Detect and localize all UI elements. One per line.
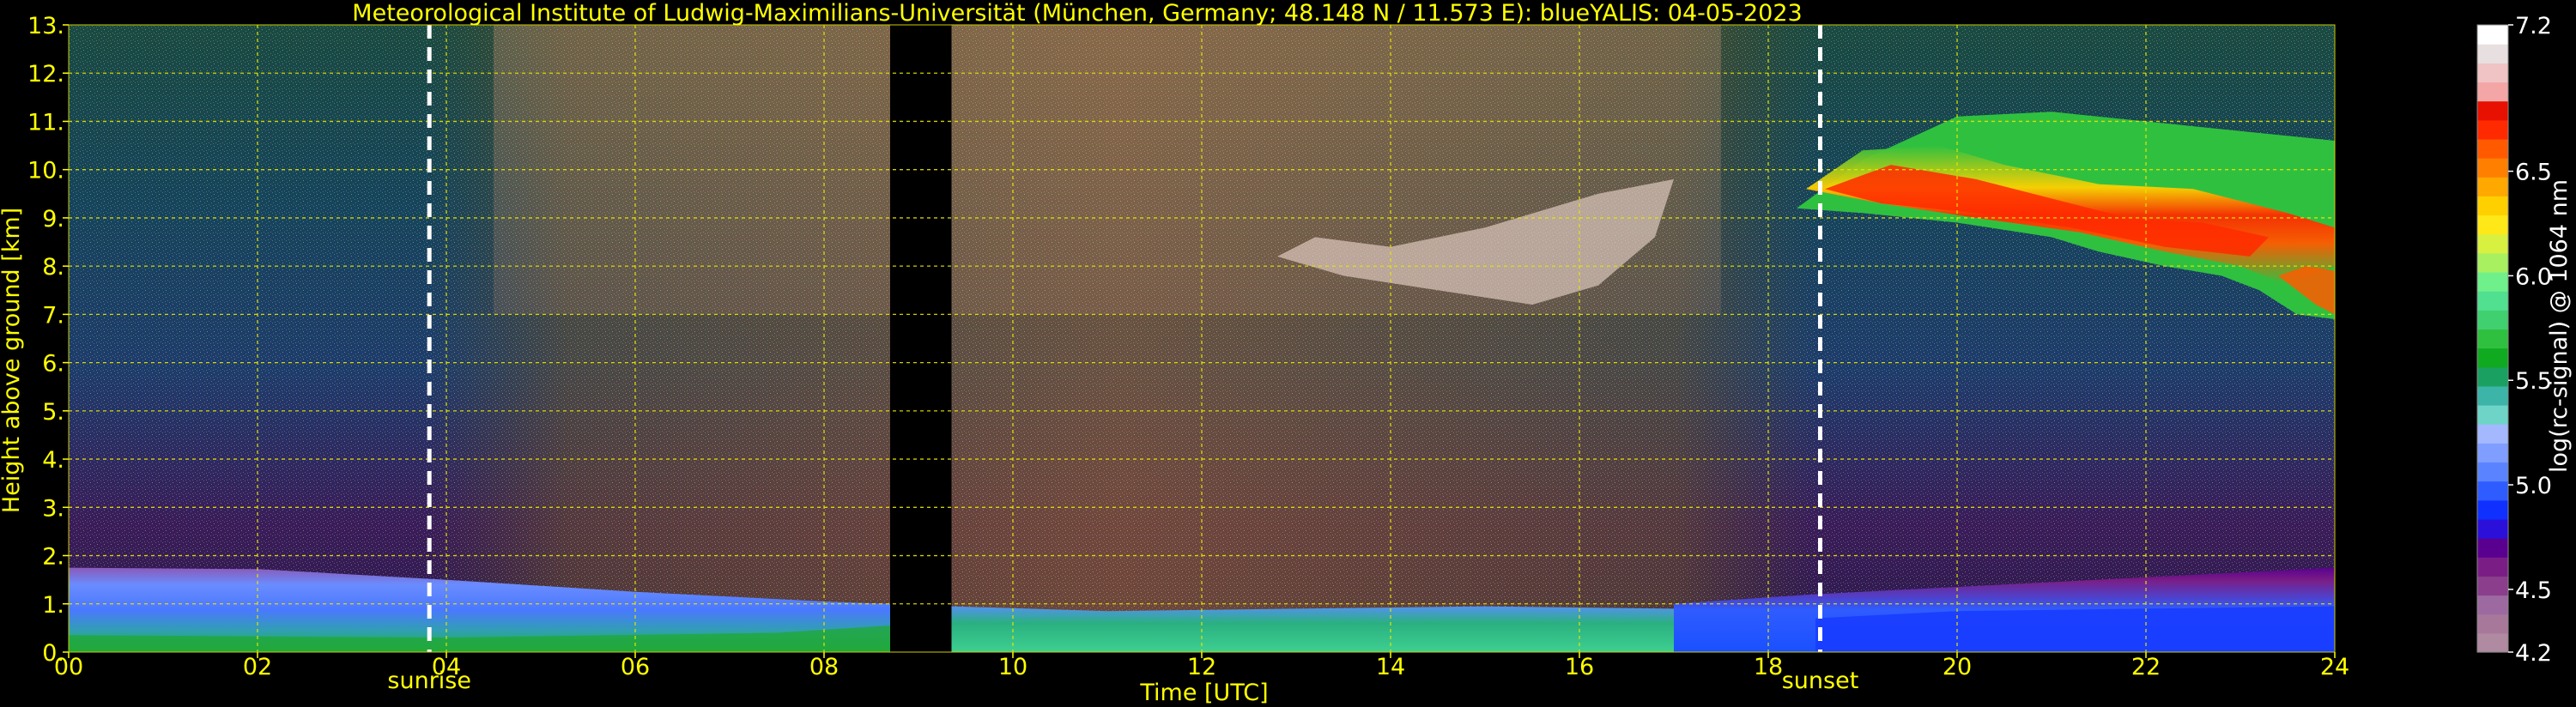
x-tick-label: 20 (1943, 654, 1972, 680)
colorbar-tick-label: 4.2 (2515, 640, 2552, 667)
colorbar-segment (2477, 329, 2508, 349)
no-data-gap (890, 25, 952, 652)
colorbar-segment (2477, 480, 2508, 501)
colorbar-segment (2477, 347, 2508, 368)
colorbar-segment (2477, 595, 2508, 615)
colorbar-segment (2477, 119, 2508, 140)
colorbar-segment (2477, 310, 2508, 330)
colorbar-segment (2477, 499, 2508, 520)
colorbar-segment (2477, 138, 2508, 159)
y-axis: 0. 1. 2. 3. 4. 5. 6. 7. 8. 9. 10. 11. 12. 13. (27, 13, 69, 667)
y-tick-label: 0. (42, 640, 64, 667)
colorbar-segment (2477, 557, 2508, 577)
x-tick-label: 24 (2320, 654, 2349, 680)
x-tick-label: 08 (809, 654, 839, 680)
x-tick-label: 04 (432, 654, 461, 680)
lidar-figure: sunrise sunset 00 02 04 06 08 10 12 14 16 18 20 22 24… (0, 0, 2573, 706)
colorbar-segment (2477, 271, 2508, 292)
colorbar-segment (2477, 405, 2508, 425)
plot-area (69, 25, 2335, 652)
colorbar-segment (2477, 63, 2508, 83)
colorbar-segment (2477, 613, 2508, 634)
x-tick-label: 12 (1187, 654, 1216, 680)
colorbar-segment (2477, 462, 2508, 482)
colorbar-segment (2477, 25, 2508, 45)
colorbar-segment (2477, 518, 2508, 539)
x-tick-label: 22 (2131, 654, 2161, 680)
y-tick-label: 5. (42, 399, 64, 426)
y-tick-label: 10. (27, 158, 64, 184)
y-tick-label: 6. (42, 351, 64, 378)
colorbar-segment (2477, 424, 2508, 444)
colorbar-segment (2477, 100, 2508, 121)
x-tick-label: 02 (243, 654, 272, 680)
colorbar-segment (2477, 158, 2508, 178)
colorbar-segment (2477, 196, 2508, 216)
colorbar-segment (2477, 443, 2508, 463)
y-tick-label: 2. (42, 544, 64, 571)
colorbar-segment (2477, 233, 2508, 254)
x-tick-label: 14 (1376, 654, 1405, 680)
y-tick-label: 9. (42, 206, 64, 233)
colorbar-label: log(rc-signal) @ 1064 nm (2546, 179, 2573, 473)
x-axis-label: Time [UTC] (1139, 680, 1268, 706)
colorbar-segment (2477, 82, 2508, 102)
y-tick-label: 7. (42, 302, 64, 329)
y-tick-label: 4. (42, 447, 64, 474)
y-tick-label: 3. (42, 495, 64, 522)
colorbar-segment (2477, 576, 2508, 596)
colorbar-segment (2477, 252, 2508, 273)
colorbar-segment (2477, 44, 2508, 63)
y-tick-label: 1. (42, 592, 64, 619)
colorbar-segment (2477, 385, 2508, 406)
y-tick-label: 11. (27, 109, 64, 136)
x-tick-label: 16 (1565, 654, 1594, 680)
colorbar-segment (2477, 177, 2508, 196)
colorbar: 4.24.55.05.56.06.57.2 (2476, 13, 2552, 667)
colorbar-segment (2477, 538, 2508, 558)
colorbar-segment (2477, 632, 2508, 653)
y-axis-label: Height above ground [km] (0, 208, 25, 513)
y-tick-label: 8. (42, 254, 64, 281)
chart-title: Meteorological Institute of Ludwig-Maxim… (352, 0, 1802, 27)
colorbar-segment (2477, 291, 2508, 311)
colorbar-segment (2477, 215, 2508, 235)
colorbar-tick-label: 7.2 (2515, 13, 2552, 39)
x-tick-label: 10 (998, 654, 1027, 680)
y-tick-label: 13. (27, 13, 64, 39)
colorbar-segment (2477, 366, 2508, 387)
colorbar-tick-label: 5.0 (2515, 473, 2552, 499)
y-tick-label: 12. (27, 61, 64, 88)
x-tick-label: 06 (621, 654, 650, 680)
x-tick-label: 18 (1754, 654, 1783, 680)
colorbar-tick-label: 4.5 (2515, 577, 2552, 604)
sun-marker-label: sunset (1782, 668, 1859, 694)
